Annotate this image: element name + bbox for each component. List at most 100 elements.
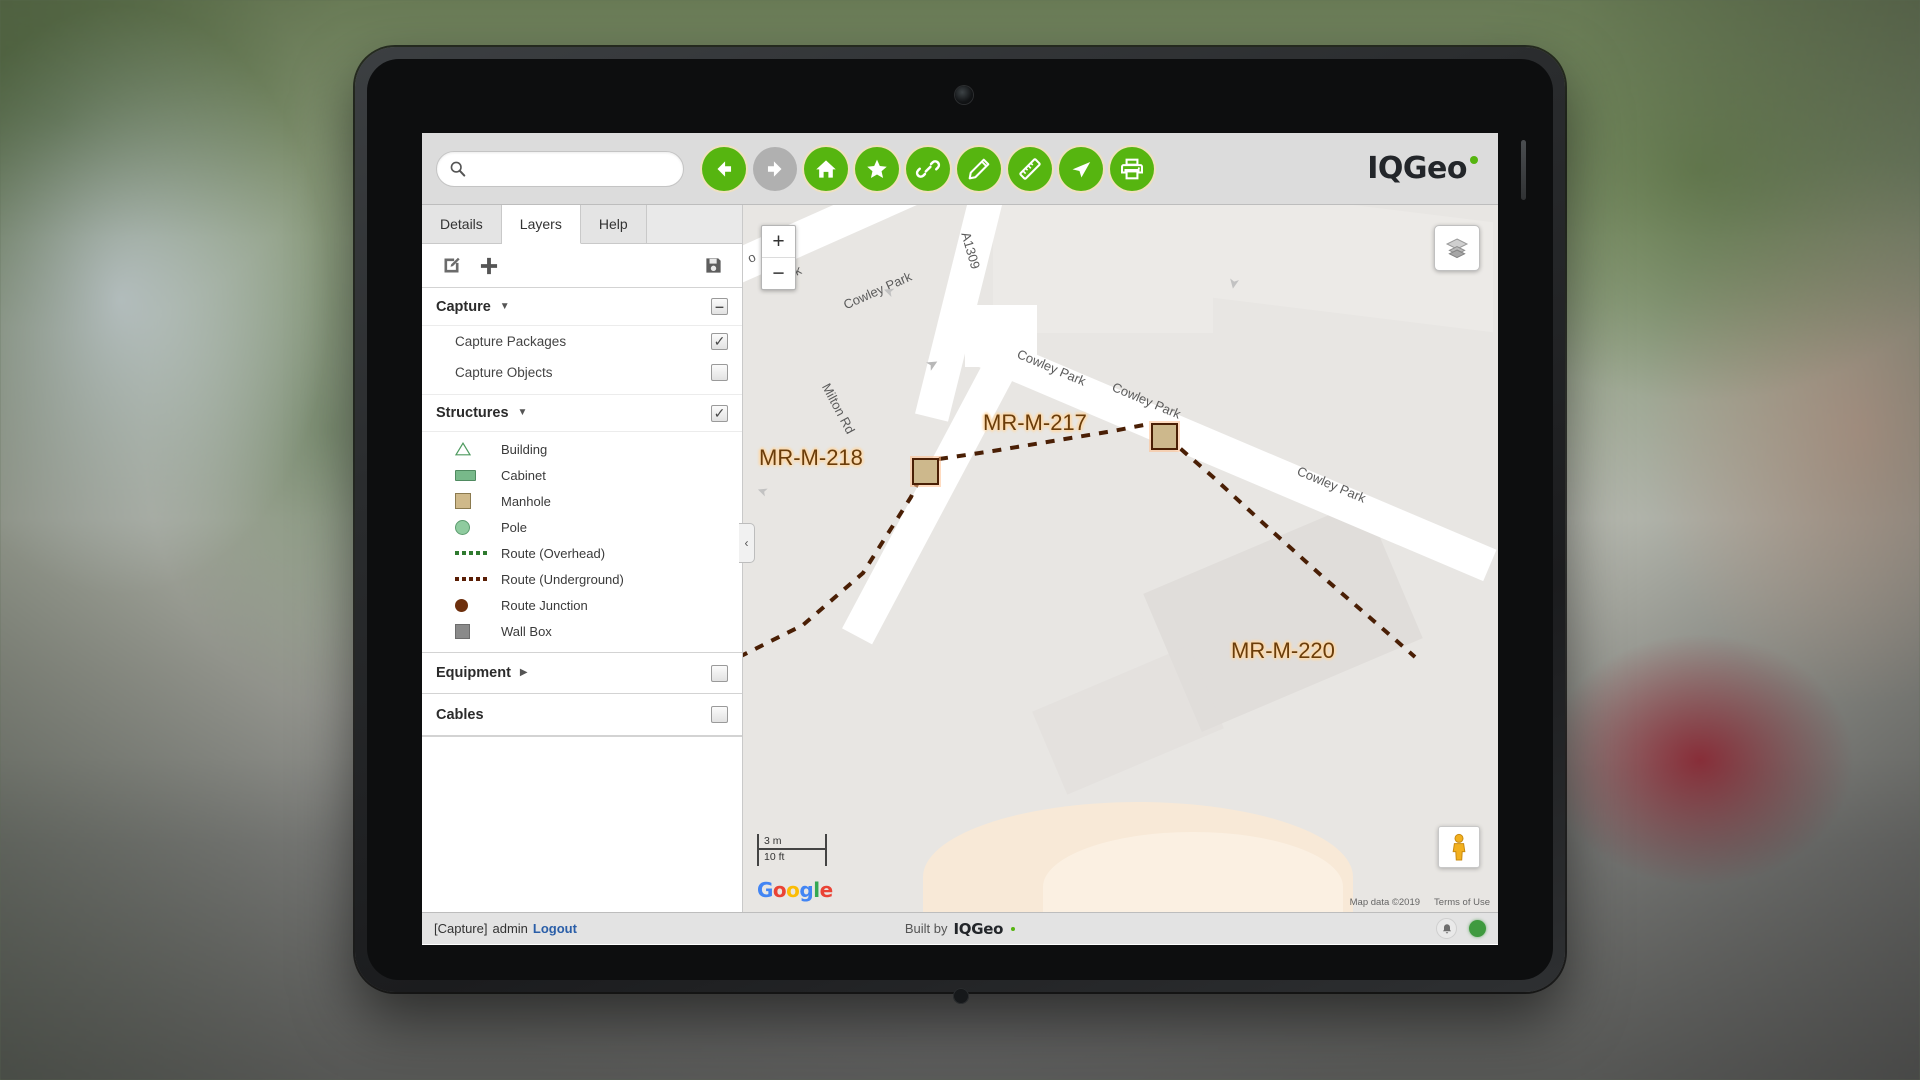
search-input[interactable] [472, 159, 671, 178]
legend-item-route-overhead: Route (Overhead) [422, 540, 742, 566]
cabinet-icon [455, 469, 501, 481]
ruler-icon [1019, 157, 1041, 180]
app-header: IQGeo [422, 133, 1498, 205]
search-box[interactable] [436, 150, 684, 187]
edit-layer-button[interactable] [436, 251, 466, 281]
street-view-pegman-button[interactable] [1438, 826, 1480, 868]
app-footer: [Capture] admin Logout Built by IQGeo [422, 912, 1498, 944]
iqgeo-application: IQGeo Details Layers Help Capture ▼ ‒ Ca… [422, 133, 1498, 945]
map-data-credit: Map data ©2019 [1349, 897, 1421, 908]
one-way-arrow-icon: ➤ [1225, 276, 1244, 291]
layer-group-structures[interactable]: Structures ▼ ✓ [422, 394, 742, 432]
print-button[interactable] [1110, 146, 1154, 191]
layer-item-capture-objects-label: Capture Objects [455, 365, 553, 380]
star-icon [867, 159, 887, 178]
edit-button[interactable] [957, 146, 1001, 191]
built-by-text: Built by [904, 921, 948, 936]
map-zoom-control: + − [761, 225, 796, 290]
locate-button[interactable] [1059, 146, 1103, 191]
bell-icon [1442, 923, 1451, 933]
legend-item-route-junction-label: Route Junction [501, 597, 588, 613]
layer-group-structures-checkbox[interactable]: ✓ [711, 404, 728, 422]
tablet-camera [955, 86, 973, 104]
layer-group-cables-checkbox[interactable] [711, 706, 728, 723]
route-underground-icon [455, 577, 501, 581]
notifications-button[interactable] [1436, 918, 1457, 939]
layer-group-capture-checkbox[interactable]: ‒ [711, 298, 728, 315]
legend-item-building-label: Building [501, 441, 548, 457]
manhole-icon [455, 493, 501, 509]
manhole-MR-M-217[interactable] [1151, 423, 1178, 450]
navigation-icon [1072, 161, 1091, 177]
layer-item-capture-objects-checkbox[interactable] [711, 364, 728, 381]
footer-status-area [1436, 918, 1486, 939]
footer-context: [Capture] [434, 921, 488, 936]
tablet-home-indicator [953, 988, 969, 1004]
chevron-down-icon[interactable]: ▼ [500, 301, 510, 312]
online-status-dot [1469, 920, 1486, 937]
panel-tabs: Details Layers Help [422, 205, 742, 244]
structures-legend: Building Cabinet Manhole Pole Route (Ove… [422, 432, 742, 652]
pole-icon [455, 519, 501, 535]
layer-group-equipment-label: Equipment [436, 665, 511, 681]
app-body: Details Layers Help Capture ▼ ‒ Capture … [422, 205, 1498, 912]
chevron-down-icon[interactable]: ▼ [518, 408, 528, 418]
layers-panel: Details Layers Help Capture ▼ ‒ Capture … [422, 205, 755, 912]
legend-item-route-underground: Route (Underground) [422, 566, 742, 592]
header-toolbar [702, 146, 1154, 191]
building-icon [455, 442, 501, 456]
built-by-logo: IQGeo [953, 919, 1004, 938]
legend-item-wall-box: Wall Box [422, 618, 742, 644]
footer-built-by: Built by IQGeo [422, 920, 1498, 938]
layer-item-capture-packages[interactable]: Capture Packages ✓ [422, 326, 742, 357]
logout-link[interactable]: Logout [533, 921, 577, 936]
iqgeo-logo: IQGeo [1367, 150, 1478, 186]
add-layer-button[interactable] [474, 251, 504, 281]
panel-collapse-handle[interactable]: ‹ [739, 523, 755, 563]
back-button[interactable] [702, 146, 746, 191]
home-icon [816, 159, 836, 178]
bookmarks-button[interactable] [855, 146, 899, 191]
link-button[interactable] [906, 146, 950, 191]
manhole-MR-M-218[interactable] [912, 458, 939, 485]
zoom-out-button[interactable]: − [762, 258, 795, 289]
save-layers-button[interactable] [698, 251, 728, 281]
layer-item-capture-objects[interactable]: Capture Objects [422, 357, 742, 388]
tab-layers[interactable]: Layers [501, 205, 581, 244]
map-canvas[interactable]: o Park Cowley Park A1309 Cowley Park Cow… [743, 205, 1498, 912]
layer-group-cables-label: Cables [436, 706, 484, 723]
route-junction-icon [455, 598, 501, 612]
wall-box-icon [455, 623, 501, 639]
map-view[interactable]: o Park Cowley Park A1309 Cowley Park Cow… [743, 205, 1498, 912]
iqgeo-logo-text: IQGeo [1367, 150, 1467, 186]
built-by-logo-dot [1011, 926, 1016, 931]
pencil-icon [968, 158, 990, 179]
home-button[interactable] [804, 146, 848, 191]
street-view-pegman-icon [1452, 833, 1466, 861]
tab-help[interactable]: Help [580, 205, 647, 243]
map-layers-button[interactable] [1434, 225, 1480, 271]
legend-item-wall-box-label: Wall Box [501, 623, 552, 639]
layer-group-capture[interactable]: Capture ▼ ‒ [422, 288, 742, 326]
layers-stack-icon [1445, 238, 1469, 259]
check-icon: ✓ [713, 333, 726, 349]
edit-square-icon [444, 257, 460, 273]
legend-item-manhole: Manhole [422, 488, 742, 514]
measure-button[interactable] [1008, 146, 1052, 191]
chevron-left-icon: ‹ [744, 536, 749, 550]
manhole-MR-M-217-label: MR-M-217 [983, 410, 1087, 435]
terms-of-use-link[interactable]: Terms of Use [1434, 897, 1490, 908]
zoom-in-button[interactable]: + [762, 226, 795, 258]
layer-item-capture-packages-checkbox[interactable]: ✓ [711, 333, 728, 350]
search-icon [450, 161, 466, 177]
tab-details[interactable]: Details [422, 205, 502, 243]
manhole-MR-M-220-label: MR-M-220 [1231, 638, 1335, 663]
chevron-right-icon[interactable]: ▶ [520, 668, 528, 678]
minus-icon: ‒ [715, 298, 724, 314]
forward-button[interactable] [753, 146, 797, 191]
layer-group-equipment-checkbox[interactable] [711, 664, 728, 682]
layer-group-equipment[interactable]: Equipment ▶ [422, 652, 742, 694]
map-scale-metric: 3 m [757, 834, 827, 850]
layer-group-cables[interactable]: Cables [422, 694, 742, 736]
legend-item-route-junction: Route Junction [422, 592, 742, 618]
